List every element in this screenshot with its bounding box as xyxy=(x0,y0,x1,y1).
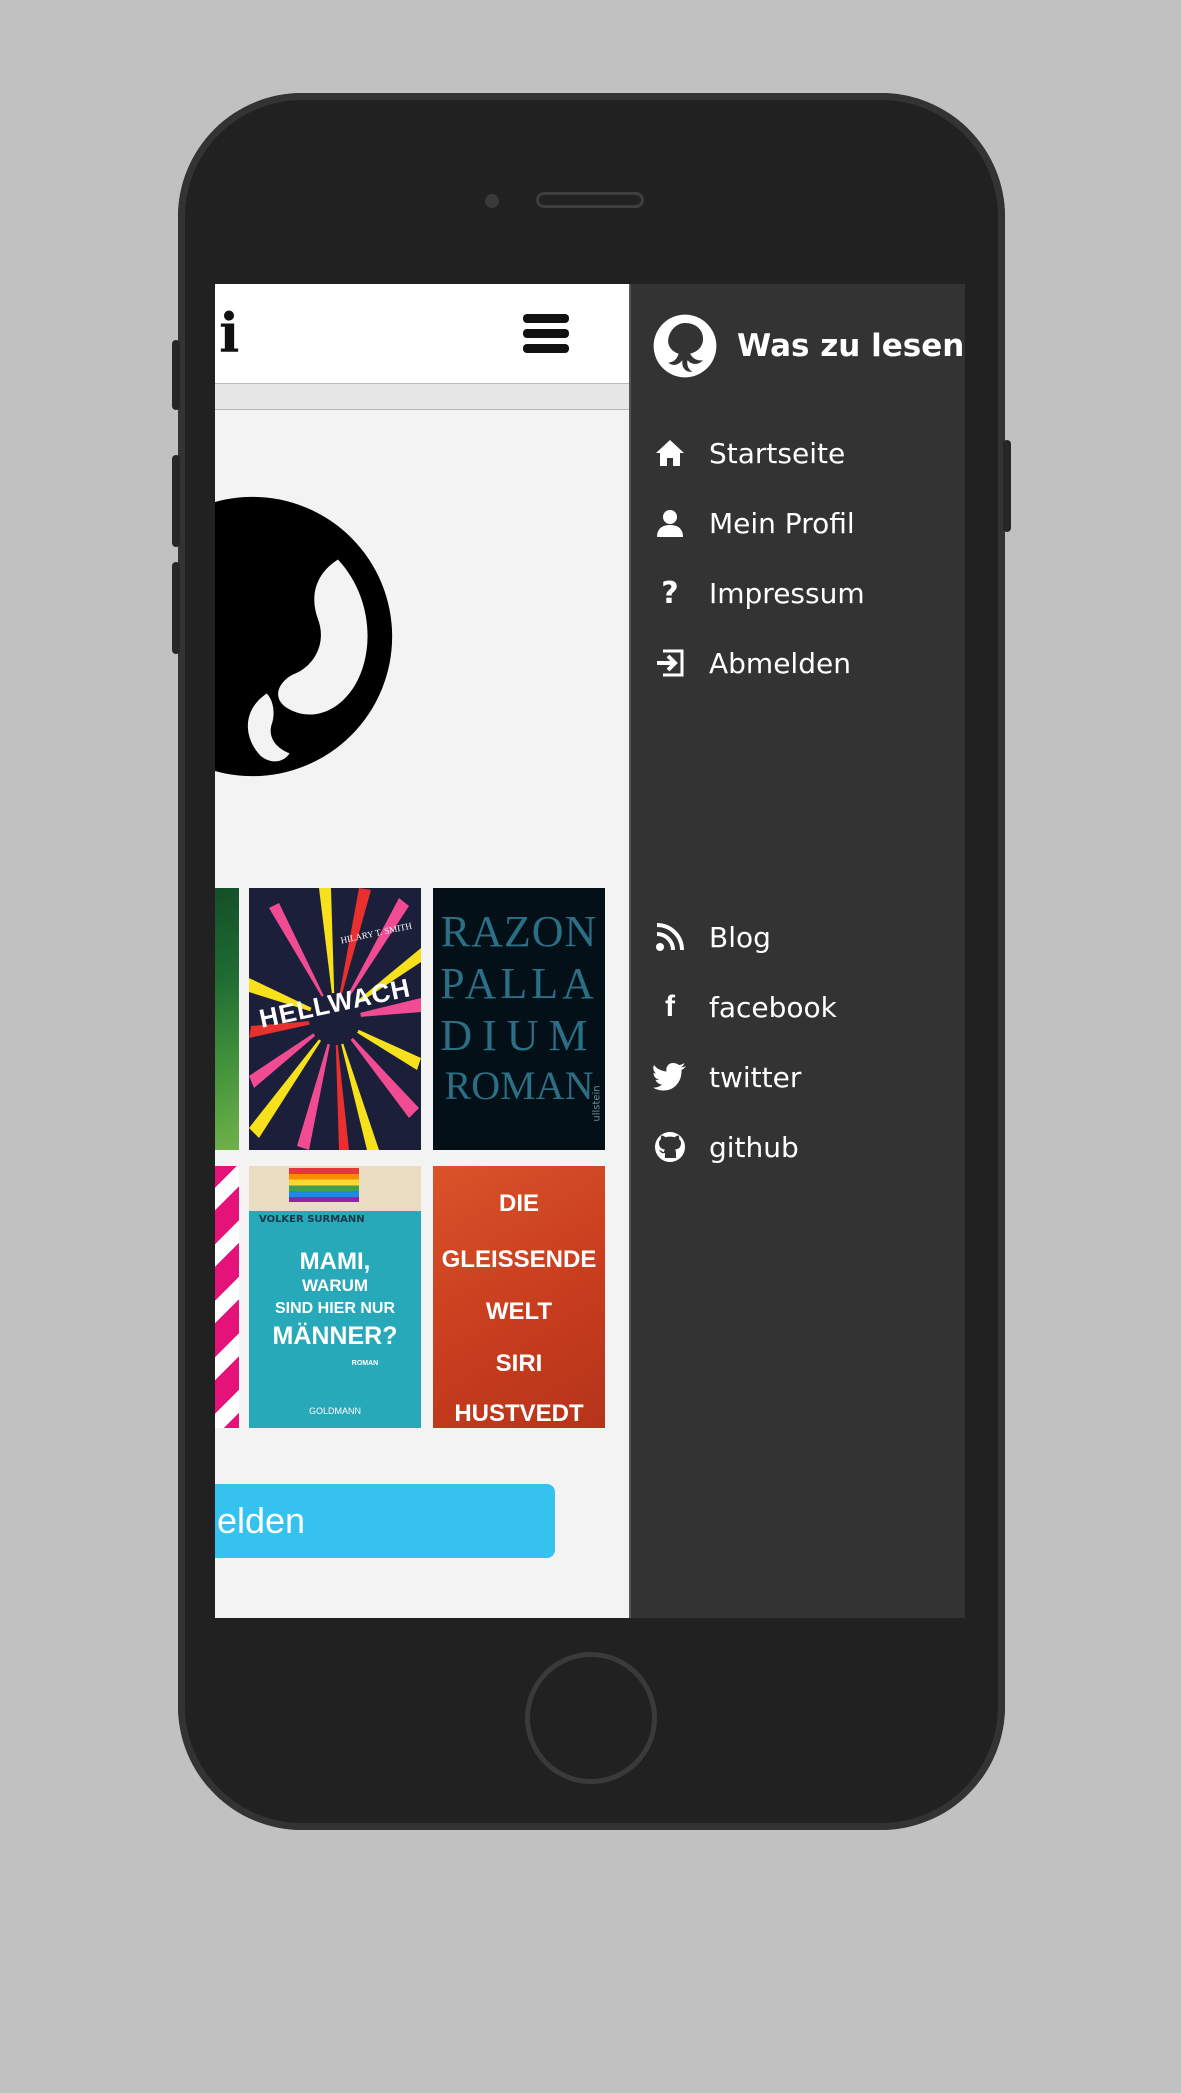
rainbow-flags xyxy=(289,1168,359,1202)
github-icon xyxy=(653,1130,687,1164)
sub-navbar xyxy=(215,384,629,410)
book-title-line: MAMI, xyxy=(299,1248,371,1275)
menu-item-label: Blog xyxy=(709,920,771,954)
twitter-icon xyxy=(653,1060,687,1094)
menu-item-facebook[interactable]: f facebook xyxy=(653,982,837,1032)
menu-item-label: Startseite xyxy=(709,436,846,470)
book-title-line: WARUM xyxy=(301,1276,369,1295)
earpiece-speaker xyxy=(536,192,644,208)
volume-up-button xyxy=(172,455,180,547)
book-title-line: DIUM xyxy=(440,1011,598,1060)
menu-item-impressum[interactable]: ? Impressum xyxy=(653,568,865,618)
menu-item-label: Impressum xyxy=(709,576,865,610)
book-title-line: ROMAN xyxy=(444,1063,594,1108)
octopus-logo xyxy=(215,496,393,777)
drawer-title: Was zu lesen xyxy=(737,328,965,364)
octopus-logo-icon xyxy=(653,314,717,378)
menu-item-abmelden[interactable]: Abmelden xyxy=(653,638,851,688)
facebook-icon: f xyxy=(665,990,675,1023)
menu-item-label: github xyxy=(709,1130,799,1164)
front-camera xyxy=(485,194,499,208)
side-drawer: Was zu lesen Startseite Mein Profil ? Im… xyxy=(629,284,965,1618)
home-button[interactable] xyxy=(525,1652,657,1784)
menu-item-mein-profil[interactable]: Mein Profil xyxy=(653,498,855,548)
menu-item-label: facebook xyxy=(709,990,837,1024)
book-cover-hellwach[interactable]: HELLWACH HILARY T. SMITH xyxy=(249,888,421,1150)
top-navbar: i xyxy=(215,284,629,384)
book-title-line: RAZON xyxy=(440,907,598,956)
book-title-line: HUSTVEDT xyxy=(454,1400,584,1427)
question-icon: ? xyxy=(661,575,679,611)
menu-item-startseite[interactable]: Startseite xyxy=(653,428,845,478)
power-button xyxy=(1003,440,1011,532)
login-button[interactable]: melden xyxy=(215,1484,555,1558)
menu-item-label: Abmelden xyxy=(709,646,851,680)
book-title-line: PALLA xyxy=(440,959,598,1008)
book-title-line: WELT xyxy=(485,1298,553,1325)
hamburger-menu-icon[interactable] xyxy=(523,314,569,354)
publisher-label: ullstein xyxy=(591,1085,603,1122)
mute-switch xyxy=(172,340,180,410)
menu-item-label: Mein Profil xyxy=(709,506,855,540)
book-title-line: DIE xyxy=(498,1190,539,1217)
logout-icon xyxy=(653,646,687,680)
publisher-label: GOLDMANN xyxy=(308,1406,361,1416)
book-title-line: MÄNNER? xyxy=(272,1322,398,1350)
book-cover-pink[interactable] xyxy=(215,1166,239,1428)
home-icon xyxy=(653,436,687,470)
book-title-line: GLEISSENDE xyxy=(441,1246,597,1273)
screen: i HELLWACH HILARY T. SMITH RAZON PALLA D… xyxy=(215,284,965,1618)
book-author: VOLKER SURMANN xyxy=(259,1214,365,1225)
book-cover-mami[interactable]: VOLKER SURMANN MAMI, WARUM SIND HIER NUR… xyxy=(249,1166,421,1428)
book-genre: ROMAN xyxy=(351,1360,379,1367)
menu-item-github[interactable]: github xyxy=(653,1122,799,1172)
rss-icon xyxy=(653,920,687,954)
book-title-line: SIND HIER NUR xyxy=(274,1300,395,1317)
book-cover-gleissende-welt[interactable]: DIE GLEISSENDE WELT SIRI HUSTVEDT xyxy=(433,1166,605,1428)
menu-item-twitter[interactable]: twitter xyxy=(653,1052,801,1102)
menu-item-blog[interactable]: Blog xyxy=(653,912,771,962)
user-icon xyxy=(653,506,687,540)
book-cover-forest[interactable] xyxy=(215,888,239,1150)
brand-logo-text[interactable]: i xyxy=(219,306,240,360)
volume-down-button xyxy=(172,562,180,654)
book-title-line: SIRI xyxy=(495,1350,543,1377)
drawer-header[interactable]: Was zu lesen xyxy=(653,314,964,378)
book-cover-palladium[interactable]: RAZON PALLA DIUM ROMAN ullstein xyxy=(433,888,605,1150)
menu-item-label: twitter xyxy=(709,1060,802,1094)
